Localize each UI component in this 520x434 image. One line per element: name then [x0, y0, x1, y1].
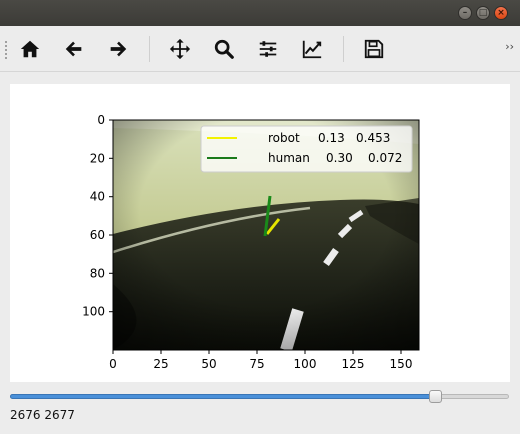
pan-button[interactable]: [165, 35, 195, 63]
x-tick-label: 125: [342, 357, 365, 371]
y-tick-label: 60: [90, 228, 105, 242]
configure-subplots-icon: [259, 41, 277, 57]
forward-arrow-icon: [110, 41, 127, 57]
configure-subplots-button[interactable]: [253, 35, 283, 63]
home-icon: [20, 40, 40, 58]
y-tick-label: 40: [90, 190, 105, 204]
legend-robot-label: robot: [268, 131, 300, 145]
edit-axis-button[interactable]: [297, 35, 327, 63]
toolbar-separator: [149, 36, 150, 62]
frame-slider[interactable]: [10, 390, 509, 404]
save-icon: [364, 39, 384, 59]
figure-svg: 0 20 40 60 80 100 0 25 50 75 100 125 150: [82, 113, 420, 371]
zoom-button[interactable]: [209, 35, 239, 63]
x-tick-label: 75: [249, 357, 264, 371]
forward-button[interactable]: [103, 35, 133, 63]
x-tick-label: 50: [201, 357, 216, 371]
x-tick-label: 25: [153, 357, 168, 371]
zoom-icon: [214, 39, 234, 59]
minimize-button[interactable]: –: [458, 6, 472, 20]
legend-human-value-2: 0.072: [368, 151, 402, 165]
slider-fill: [10, 394, 436, 399]
x-tick-label: 150: [390, 357, 413, 371]
save-button[interactable]: [359, 35, 389, 63]
slider-handle[interactable]: [429, 390, 443, 403]
navigation-toolbar: ››: [0, 26, 520, 72]
legend-human-label: human: [268, 151, 310, 165]
y-tick-label: 0: [97, 113, 105, 127]
y-axis: 0 20 40 60 80 100: [82, 113, 113, 319]
legend-robot-value-2: 0.453: [356, 131, 390, 145]
toolbar-overflow-button[interactable]: ››: [505, 40, 514, 53]
figure-canvas[interactable]: 0 20 40 60 80 100 0 25 50 75 100 125 150: [10, 84, 510, 382]
toolbar-grip[interactable]: [4, 40, 8, 60]
frame-counter: 2676 2677: [10, 408, 75, 422]
x-axis: 0 25 50 75 100 125 150: [109, 350, 412, 371]
close-button[interactable]: ×: [494, 6, 508, 20]
maximize-button[interactable]: □: [476, 6, 490, 20]
legend-robot-value-1: 0.13: [318, 131, 345, 145]
y-tick-label: 100: [82, 305, 105, 319]
toolbar-separator: [343, 36, 344, 62]
edit-axis-icon: [302, 40, 322, 59]
title-bar: – □ ×: [0, 0, 520, 26]
legend-human-value-1: 0.30: [326, 151, 353, 165]
x-tick-label: 100: [294, 357, 317, 371]
y-tick-label: 20: [90, 151, 105, 165]
y-tick-label: 80: [90, 266, 105, 280]
back-button[interactable]: [59, 35, 89, 63]
home-button[interactable]: [15, 35, 45, 63]
x-tick-label: 0: [109, 357, 117, 371]
legend: robot 0.13 0.453 human 0.30 0.072: [200, 125, 413, 173]
back-arrow-icon: [65, 41, 82, 57]
pan-icon: [169, 38, 191, 60]
